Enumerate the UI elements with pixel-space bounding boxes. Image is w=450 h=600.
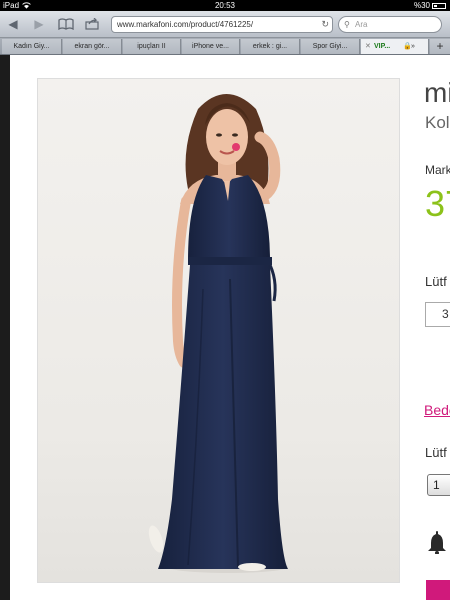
add-to-cart-button[interactable] bbox=[426, 580, 450, 600]
active-tab-label: VIP... bbox=[374, 43, 391, 50]
product-image[interactable] bbox=[37, 78, 400, 583]
page-edge bbox=[0, 55, 10, 600]
size-prompt: Lütf bbox=[425, 274, 447, 289]
status-right: %30 bbox=[414, 0, 446, 11]
address-text: www.markafoni.com/product/4761225/ bbox=[117, 20, 254, 29]
size-select[interactable]: 3 bbox=[425, 302, 450, 327]
search-placeholder: Ara bbox=[355, 20, 368, 29]
status-bar: iPad 20:53 %30 bbox=[0, 0, 450, 11]
tab-3[interactable]: ipuçları II bbox=[123, 39, 181, 54]
product-collection: Kol bbox=[425, 113, 450, 132]
forward-icon[interactable]: ▶ bbox=[32, 16, 46, 32]
share-icon[interactable] bbox=[84, 16, 100, 32]
more-tabs-icon[interactable]: » bbox=[411, 39, 415, 54]
tab-5[interactable]: erkek : gi... bbox=[241, 39, 300, 54]
tab-bar: Kadın Giy... ekran gör... ipuçları II iP… bbox=[0, 38, 450, 55]
tab-1[interactable]: Kadın Giy... bbox=[2, 39, 62, 54]
model-photo-icon bbox=[148, 94, 288, 573]
tab-4[interactable]: iPhone ve... bbox=[182, 39, 240, 54]
battery-percent: %30 bbox=[413, 1, 430, 10]
product-info: mi Kol Mark 37 Lütf 3 Bede Lütf 1 bbox=[424, 55, 450, 600]
product-price: 37 bbox=[425, 183, 450, 224]
new-tab-button[interactable]: + bbox=[430, 39, 450, 54]
browser-toolbar: ◀ ▶ www.markafoni.com/product/4761225/ ↻… bbox=[0, 11, 450, 38]
size-guide-link[interactable]: Bede bbox=[424, 402, 450, 418]
bookmarks-icon[interactable] bbox=[57, 16, 75, 32]
quantity-select[interactable]: 1 bbox=[427, 474, 450, 496]
search-icon: ⚲ bbox=[344, 20, 350, 29]
reload-icon[interactable]: ↻ bbox=[321, 17, 329, 32]
tab-2[interactable]: ekran gör... bbox=[63, 39, 122, 54]
tab-active[interactable]: ✕ VIP... 🔒 » bbox=[361, 39, 429, 54]
search-input[interactable]: ⚲ Ara bbox=[338, 16, 442, 33]
clock: 20:53 bbox=[214, 1, 236, 10]
web-page: mi Kol Mark 37 Lütf 3 Bede Lütf 1 bbox=[0, 55, 450, 600]
address-field[interactable]: www.markafoni.com/product/4761225/ ↻ bbox=[111, 16, 333, 33]
tab-6[interactable]: Spor Giyi... bbox=[301, 39, 360, 54]
close-tab-icon[interactable]: ✕ bbox=[365, 39, 371, 54]
product-brand: mi bbox=[424, 77, 450, 108]
battery-icon bbox=[432, 2, 446, 9]
brand-label: Mark bbox=[425, 163, 450, 177]
back-icon[interactable]: ◀ bbox=[6, 16, 20, 32]
quantity-prompt: Lütf bbox=[425, 445, 447, 460]
bell-icon[interactable] bbox=[426, 530, 446, 554]
